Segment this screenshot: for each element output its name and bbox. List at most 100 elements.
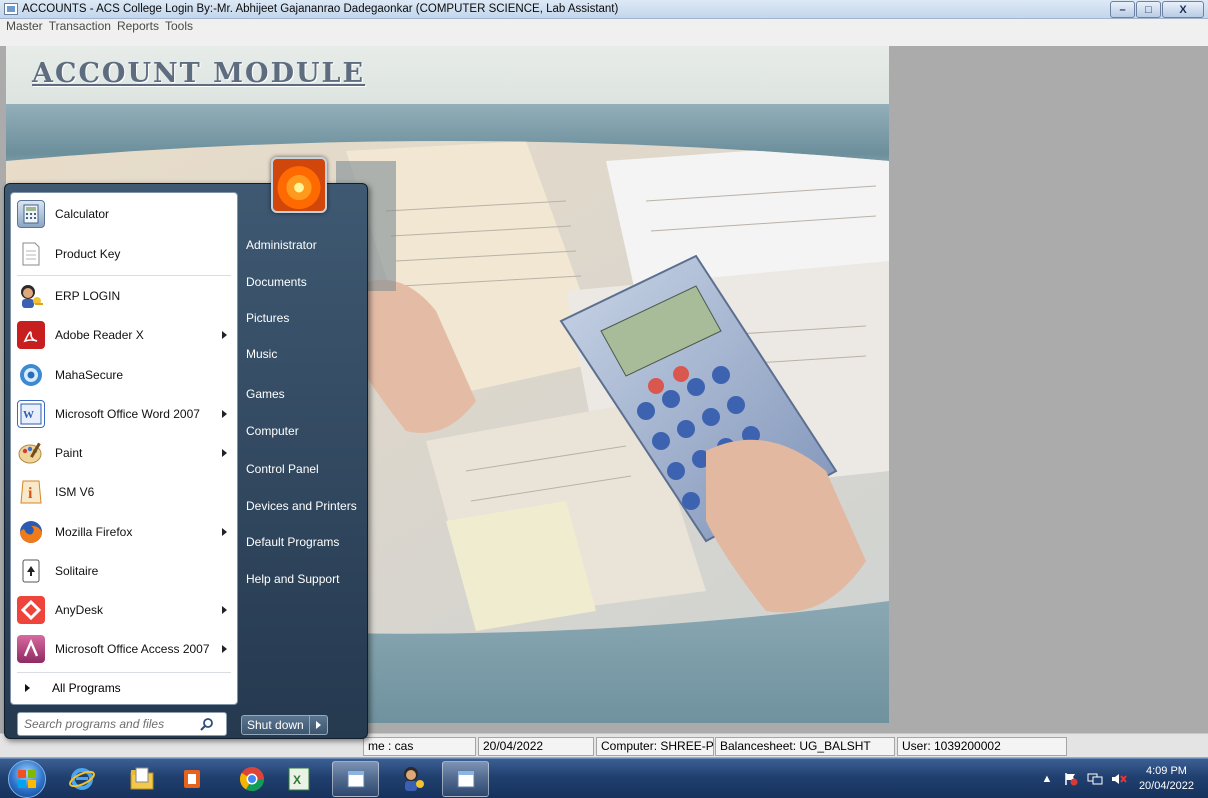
word-icon: W (17, 400, 45, 428)
all-programs-button[interactable]: All Programs (11, 676, 237, 700)
program-calculator[interactable]: Calculator (11, 195, 237, 233)
link-pictures[interactable]: Pictures (246, 307, 364, 329)
program-ism-v6[interactable]: i ISM V6 (11, 473, 237, 511)
document-icon (17, 240, 45, 268)
taskbar-excel[interactable]: X (275, 761, 322, 797)
app-window-icon (4, 3, 18, 15)
paint-icon (17, 439, 45, 467)
program-firefox[interactable]: Mozilla Firefox (11, 513, 237, 551)
network-icon[interactable] (1087, 771, 1103, 787)
submenu-arrow-icon (222, 449, 227, 457)
program-erp-login[interactable]: ERP LOGIN (11, 277, 237, 315)
start-menu-programs: Calculator Product Key ERP LOGIN Adobe R… (10, 192, 238, 705)
menu-tools[interactable]: Tools (165, 19, 193, 34)
solitaire-icon (17, 557, 45, 585)
link-help-and-support[interactable]: Help and Support (246, 568, 364, 590)
shutdown-control: Shut down (241, 715, 328, 735)
program-label: AnyDesk (55, 603, 104, 617)
program-label: ISM V6 (55, 485, 95, 499)
program-access-2007[interactable]: Microsoft Office Access 2007 (11, 630, 237, 668)
taskbar-chrome[interactable] (228, 761, 275, 797)
link-administrator[interactable]: Administrator (246, 234, 364, 256)
close-button[interactable]: X (1162, 1, 1204, 18)
action-center-icon[interactable] (1063, 771, 1079, 787)
taskbar-file-explorer[interactable] (118, 761, 165, 797)
svg-text:X: X (293, 773, 301, 787)
link-music[interactable]: Music (246, 343, 364, 365)
link-games[interactable]: Games (246, 383, 364, 405)
status-user: User: 1039200002 (897, 737, 1067, 756)
anydesk-icon (17, 596, 45, 624)
program-anydesk[interactable]: AnyDesk (11, 591, 237, 629)
show-hidden-icons-icon[interactable]: ▲ (1039, 771, 1055, 787)
program-label: Microsoft Office Access 2007 (55, 642, 210, 656)
program-label: Microsoft Office Word 2007 (55, 407, 200, 421)
office-icon (183, 770, 200, 788)
program-label: MahaSecure (55, 368, 124, 382)
program-label: ERP LOGIN (55, 289, 121, 303)
chevron-right-icon (315, 721, 321, 729)
window-icon (347, 770, 364, 788)
clock-date: 20/04/2022 (1138, 780, 1194, 792)
taskbar-window-1[interactable] (332, 761, 379, 797)
program-label: Calculator (55, 207, 110, 221)
program-product-key[interactable]: Product Key (11, 235, 237, 273)
link-devices-and-printers[interactable]: Devices and Printers (246, 495, 364, 517)
adobe-reader-icon (17, 321, 45, 349)
submenu-arrow-icon (222, 606, 227, 614)
maximize-button[interactable]: □ (1136, 1, 1161, 18)
link-computer[interactable]: Computer (246, 420, 364, 442)
user-picture[interactable] (271, 157, 327, 213)
shutdown-options-button[interactable] (309, 715, 328, 735)
program-label: Adobe Reader X (55, 328, 144, 342)
all-programs-label: All Programs (52, 681, 121, 695)
search-icon[interactable] (200, 717, 214, 731)
title-bar: ACCOUNTS - ACS College Login By:-Mr. Abh… (0, 0, 1208, 19)
system-clock[interactable]: 4:09 PM 20/04/2022 (1139, 764, 1194, 794)
separator (17, 672, 231, 673)
program-label: Mozilla Firefox (55, 525, 133, 539)
program-word-2007[interactable]: W Microsoft Office Word 2007 (11, 395, 237, 433)
status-date: 20/04/2022 (478, 737, 594, 756)
minimize-button[interactable]: – (1110, 1, 1135, 18)
volume-muted-icon[interactable] (1111, 771, 1127, 787)
program-adobe-reader[interactable]: Adobe Reader X (11, 316, 237, 354)
internet-explorer-icon (68, 768, 95, 790)
menu-master[interactable]: Master (6, 19, 43, 34)
start-menu: Calculator Product Key ERP LOGIN Adobe R… (4, 157, 368, 739)
excel-icon: X (288, 767, 309, 791)
program-label: Product Key (55, 247, 121, 261)
module-header: ACCOUNT MODULE (6, 46, 889, 104)
access-icon (17, 635, 45, 663)
module-title: ACCOUNT MODULE (32, 58, 366, 89)
window-controls: – □ X (1110, 1, 1204, 18)
program-mahasecure[interactable]: MahaSecure (11, 356, 237, 394)
link-default-programs[interactable]: Default Programs (246, 531, 364, 553)
taskbar-office[interactable] (168, 761, 215, 797)
svg-text:i: i (28, 485, 33, 502)
erp-login-icon (17, 282, 45, 310)
menu-transaction[interactable]: Transaction (49, 19, 111, 34)
program-label: Paint (55, 446, 83, 460)
shutdown-button[interactable]: Shut down (241, 715, 310, 735)
status-computer: Computer: SHREE-PC (596, 737, 714, 756)
link-control-panel[interactable]: Control Panel (246, 458, 364, 480)
expand-triangle-icon (25, 684, 30, 692)
start-button[interactable] (8, 760, 46, 798)
taskbar-erp-login[interactable] (390, 761, 437, 797)
taskbar-internet-explorer[interactable] (58, 761, 105, 797)
taskbar-window-2[interactable] (442, 761, 489, 797)
menu-bar: Master Transaction Reports Tools (0, 19, 1208, 46)
search-input[interactable] (24, 717, 194, 731)
start-search-box[interactable] (17, 712, 227, 736)
calculator-icon (17, 200, 45, 228)
link-documents[interactable]: Documents (246, 271, 364, 293)
system-tray: ▲ 4:09 PM 20/04/2022 (1039, 759, 1208, 798)
chrome-icon (239, 767, 264, 792)
program-solitaire[interactable]: Solitaire (11, 552, 237, 590)
menu-reports[interactable]: Reports (117, 19, 159, 34)
mahasecure-icon (17, 361, 45, 389)
program-paint[interactable]: Paint (11, 434, 237, 472)
firefox-icon (17, 518, 45, 546)
taskbar: X ▲ 4:09 PM 20/04/2022 (0, 758, 1208, 798)
